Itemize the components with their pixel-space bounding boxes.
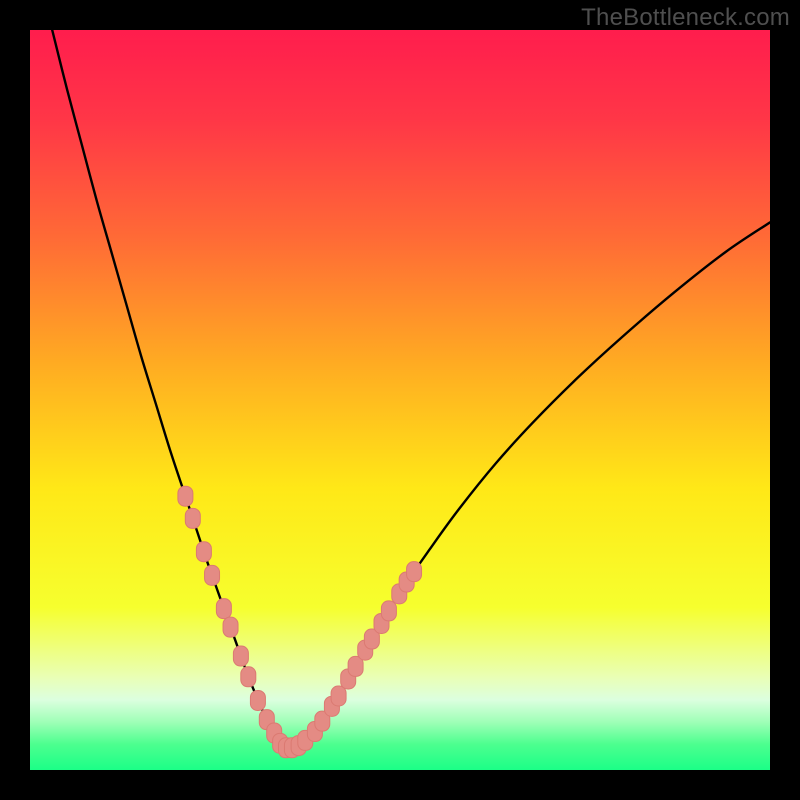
curve-marker: [205, 565, 220, 585]
curve-marker: [185, 508, 200, 528]
curve-marker: [331, 686, 346, 706]
curve-marker: [178, 486, 193, 506]
curve-marker: [250, 690, 265, 710]
curve-marker: [233, 646, 248, 666]
curve-marker: [196, 542, 211, 562]
curve-marker: [407, 562, 422, 582]
curve-marker: [223, 617, 238, 637]
bottleneck-chart: [30, 30, 770, 770]
plot-area: [30, 30, 770, 770]
chart-frame: TheBottleneck.com: [0, 0, 800, 800]
curve-marker: [381, 601, 396, 621]
gradient-background: [30, 30, 770, 770]
attribution-text: TheBottleneck.com: [581, 4, 790, 32]
curve-marker: [216, 599, 231, 619]
curve-marker: [241, 667, 256, 687]
